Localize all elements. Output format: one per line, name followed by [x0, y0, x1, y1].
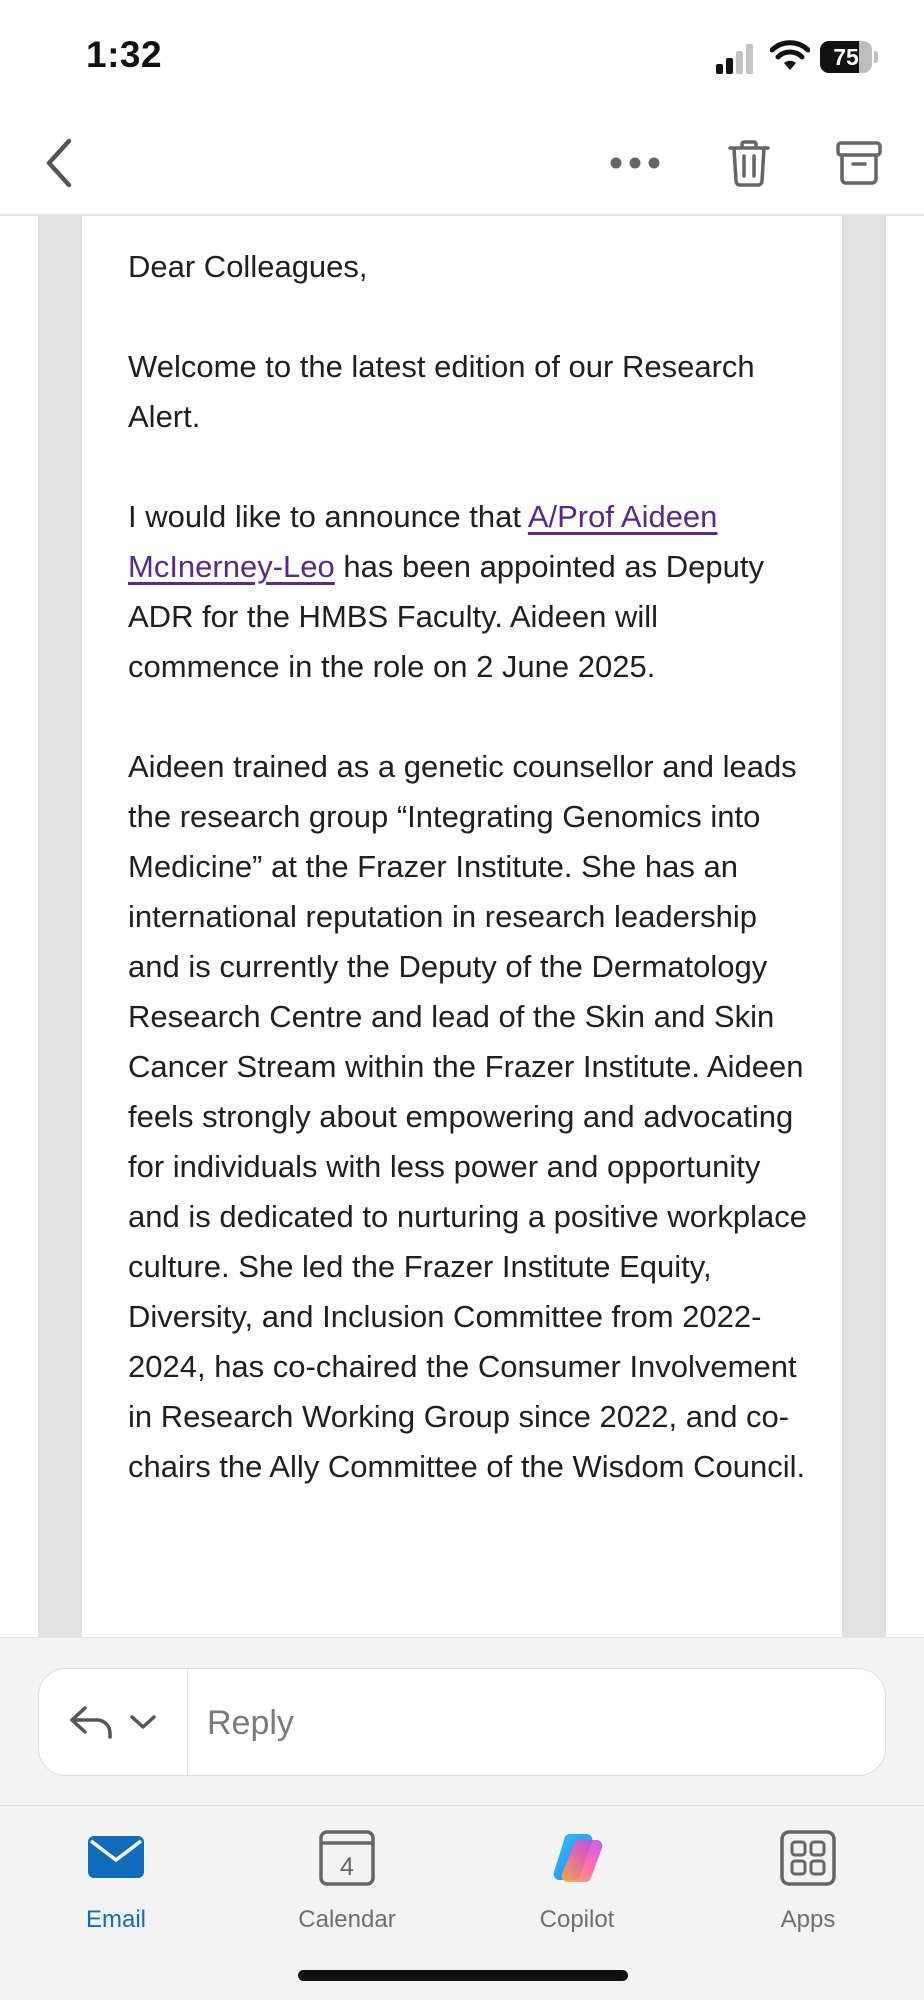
status-bar: 1:32 75 — [0, 0, 924, 110]
archive-icon — [836, 141, 882, 185]
calendar-icon: 4 — [319, 1830, 375, 1886]
email-bio-paragraph: Aideen trained as a genetic counsellor a… — [128, 749, 807, 1484]
battery-level: 75 — [833, 44, 859, 70]
chevron-down-icon — [130, 1715, 156, 1729]
email-announcement: I would like to announce that A/Prof Aid… — [128, 492, 808, 692]
tab-calendar[interactable]: 4 Calendar — [247, 1822, 447, 1933]
reply-box — [38, 1668, 886, 1776]
cellular-signal-icon — [716, 44, 753, 74]
back-button[interactable] — [30, 132, 86, 194]
more-options-button[interactable] — [604, 132, 666, 194]
tab-copilot-label: Copilot — [539, 1906, 615, 1933]
reply-bar — [0, 1637, 924, 1805]
tab-email-label: Email — [85, 1906, 146, 1933]
archive-button[interactable] — [828, 132, 890, 194]
copilot-icon — [553, 1834, 603, 1883]
chevron-left-icon — [46, 138, 72, 188]
tab-apps[interactable]: Apps — [708, 1822, 908, 1933]
home-indicator — [298, 1970, 628, 1981]
announcement-before-link: I would like to announce that — [128, 499, 528, 534]
reply-options-button[interactable] — [39, 1669, 188, 1775]
tab-apps-label: Apps — [780, 1906, 836, 1933]
calendar-date-badge: 4 — [340, 1853, 354, 1881]
more-horizontal-icon — [610, 157, 660, 169]
email-body-scroll[interactable]: Dear Colleagues, Welcome to the latest e… — [0, 216, 924, 1637]
status-time: 1:32 — [86, 34, 163, 75]
battery-indicator: 75 — [820, 41, 878, 73]
message-toolbar — [0, 110, 924, 216]
tab-copilot[interactable]: Copilot — [477, 1822, 677, 1933]
reply-input[interactable] — [205, 1693, 859, 1753]
reply-icon — [70, 1706, 112, 1739]
tab-email[interactable]: Email — [16, 1822, 216, 1933]
delete-button[interactable] — [718, 132, 780, 194]
wifi-icon — [770, 40, 810, 70]
tab-calendar-label: Calendar — [298, 1906, 396, 1933]
email-content: Dear Colleagues, Welcome to the latest e… — [128, 242, 808, 1542]
trash-icon — [728, 140, 770, 187]
apps-grid-icon — [780, 1830, 836, 1886]
email-intro: Welcome to the latest edition of our Res… — [128, 349, 755, 434]
email-greeting: Dear Colleagues, — [128, 249, 368, 284]
mail-icon — [88, 1836, 144, 1878]
